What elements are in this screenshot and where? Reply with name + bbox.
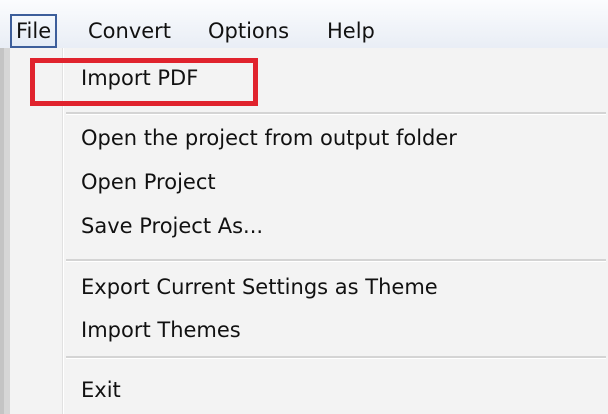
menu-separator	[66, 259, 606, 262]
menu-item-label: Export Current Settings as Theme	[81, 275, 438, 299]
menu-item-open-from-output-folder[interactable]: Open the project from output folder	[10, 118, 608, 158]
menu-item-exit[interactable]: Exit	[10, 370, 608, 410]
menu-item-save-project-as[interactable]: Save Project As...	[10, 206, 608, 246]
menu-item-label: Exit	[81, 378, 121, 402]
menu-options[interactable]: Options	[208, 16, 289, 46]
menu-item-label: Save Project As...	[81, 214, 264, 238]
menu-item-import-themes[interactable]: Import Themes	[10, 310, 608, 350]
menu-item-label: Import Themes	[81, 318, 241, 342]
menu-convert[interactable]: Convert	[88, 16, 171, 46]
menu-item-label: Import PDF	[81, 66, 199, 90]
menu-item-label: Open Project	[81, 170, 216, 194]
menu-item-export-theme[interactable]: Export Current Settings as Theme	[10, 267, 608, 307]
menu-item-label: Open the project from output folder	[81, 126, 457, 150]
menu-item-open-project[interactable]: Open Project	[10, 162, 608, 202]
screenshot: File Convert Options Help Import PDF Ope…	[0, 0, 608, 414]
menu-item-import-pdf[interactable]: Import PDF	[10, 58, 608, 98]
menu-file[interactable]: File	[10, 14, 58, 48]
menu-help[interactable]: Help	[327, 16, 375, 46]
menu-separator	[66, 356, 606, 359]
menu-separator	[66, 112, 606, 115]
menu-bar: File Convert Options Help	[0, 0, 608, 51]
file-dropdown-menu: Import PDF Open the project from output …	[0, 48, 608, 414]
